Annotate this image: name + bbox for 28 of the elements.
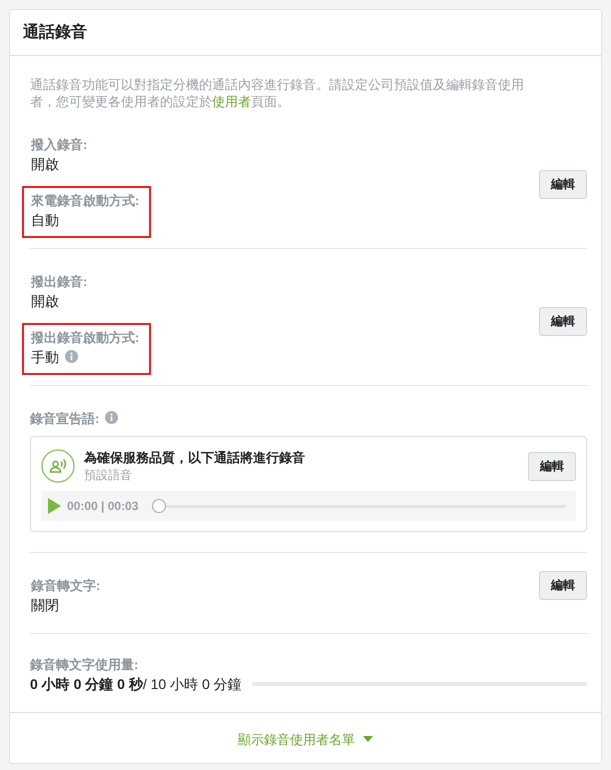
field-label: 來電錄音啟動方式: [31, 192, 140, 210]
edit-button[interactable]: 編輯 [528, 452, 576, 480]
field-label: 撥出錄音: [31, 273, 88, 291]
section-label: 錄音宣告語: [30, 411, 100, 426]
edit-button[interactable]: 編輯 [539, 306, 587, 336]
announcement-subtitle: 預設語音 [84, 467, 133, 483]
announcement-text: 為確保服務品質，以下通話將進行錄音 [84, 449, 306, 467]
info-icon[interactable] [105, 411, 118, 424]
usage-value: 0 小時 0 分鐘 0 秒/ 10 小時 0 分鐘 [30, 675, 242, 694]
caret-icon [363, 736, 373, 742]
seek-thumb[interactable] [152, 499, 166, 513]
playback-time: 00:00 | 00:03 [67, 499, 138, 513]
page-title: 通話錄音 [23, 24, 87, 41]
play-icon[interactable] [47, 498, 61, 514]
edit-button[interactable]: 編輯 [539, 571, 587, 600]
field-value: 關閉 [31, 597, 59, 613]
speaker-icon [41, 449, 75, 483]
field-label: 撥入錄音: [31, 136, 88, 154]
intro-text: 通話錄音功能可以對指定分機的通話內容進行錄音。請設定公司預設值及編輯錄音使用者，您可變更各使用者的設定於使用者頁面。 [30, 76, 525, 110]
field-label: 錄音轉文字: [31, 577, 102, 595]
field-value: 開啟 [31, 156, 59, 172]
edit-button[interactable]: 編輯 [539, 170, 587, 198]
field-value: 手動 [31, 349, 59, 365]
field-label: 撥出錄音啟動方式: [31, 329, 140, 347]
field-value: 開啟 [31, 293, 59, 309]
field-value: 自動 [31, 212, 59, 228]
info-icon[interactable] [65, 350, 78, 363]
section-label: 錄音轉文字使用量: [30, 656, 140, 674]
